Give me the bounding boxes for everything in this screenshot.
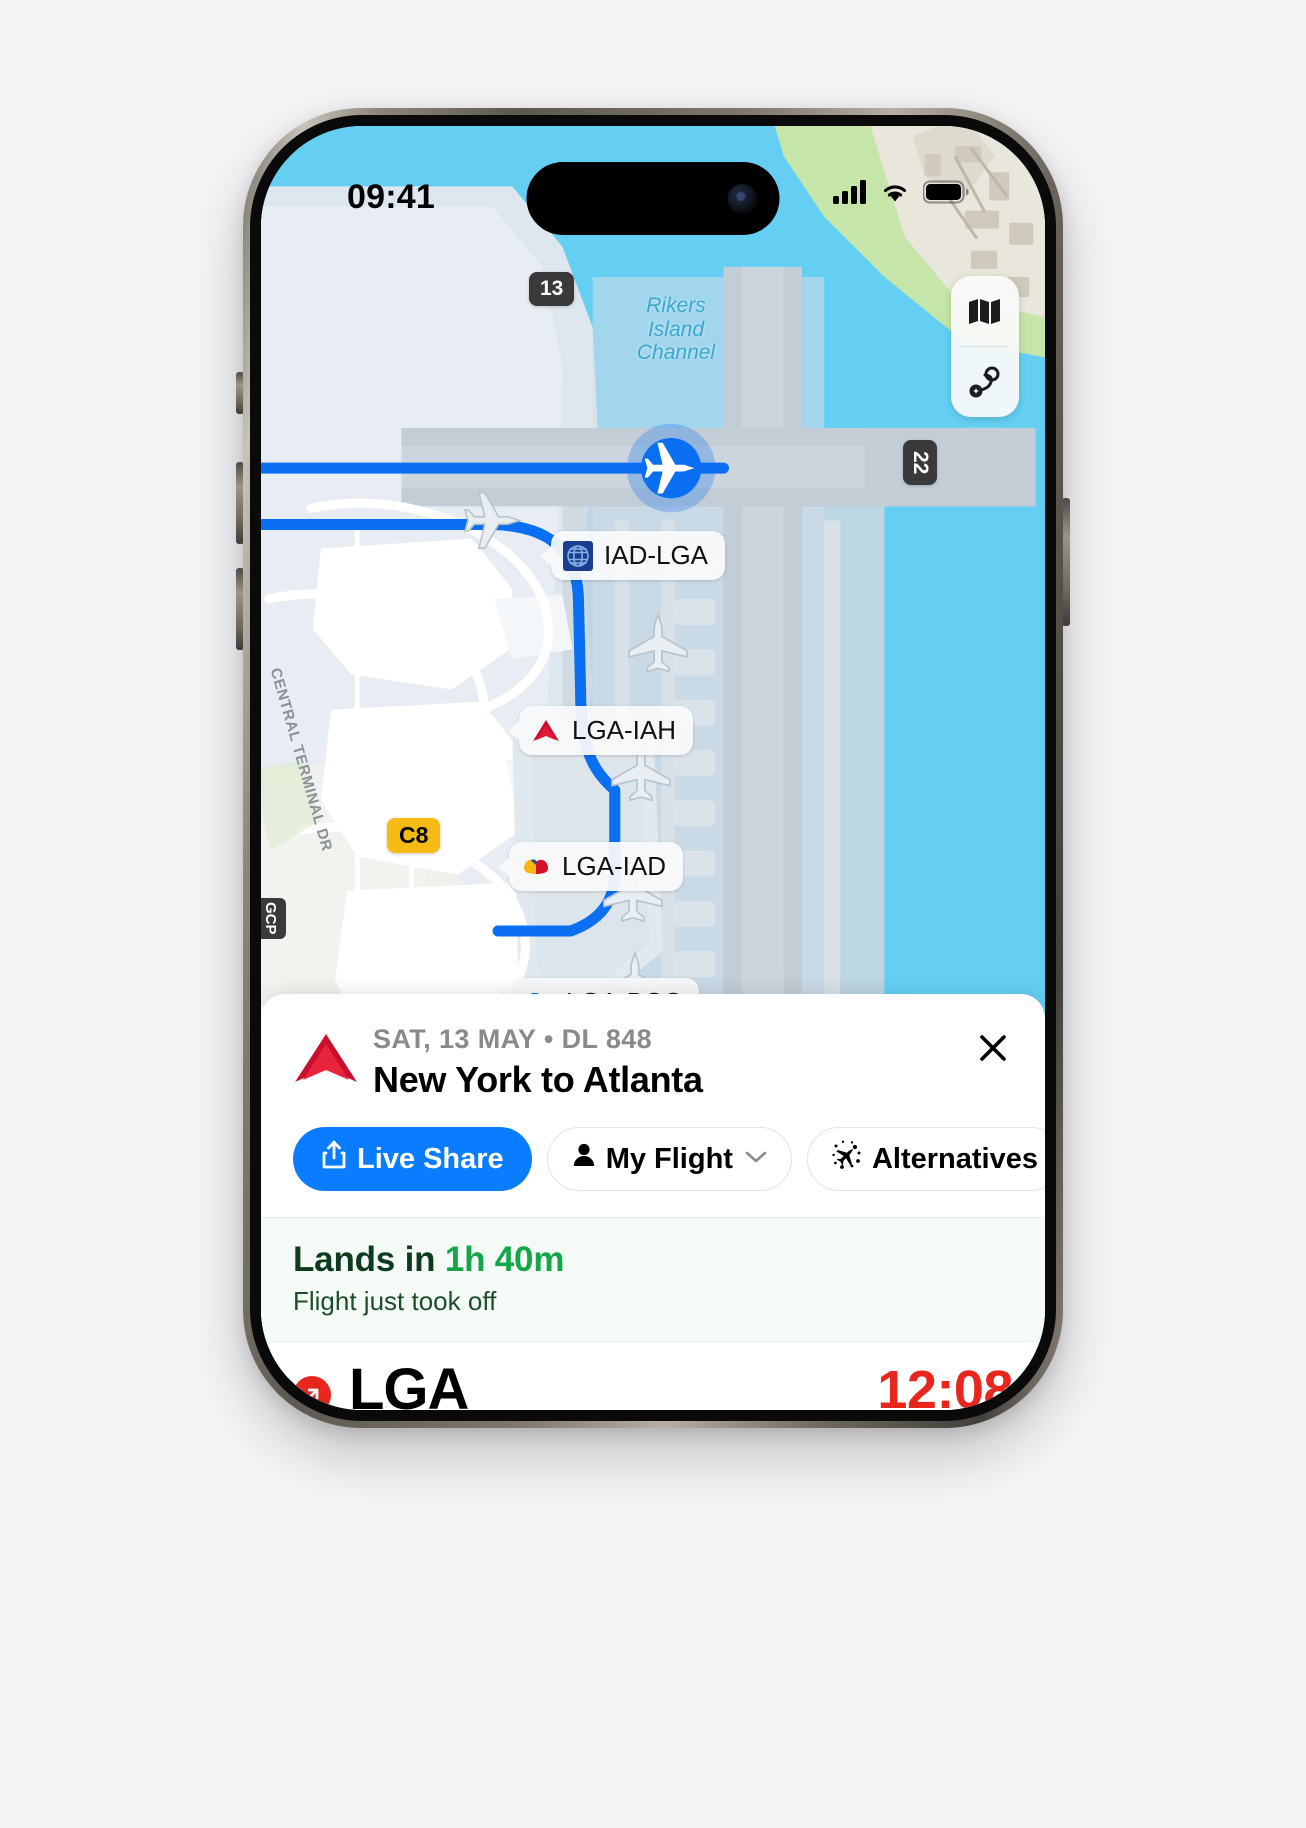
person-icon <box>572 1142 596 1176</box>
flight-callout-iad-lga[interactable]: IAD-LGA <box>551 531 726 580</box>
lands-in-duration: 1h 40m <box>444 1240 565 1279</box>
flight-meta: SAT, 13 MAY • DL 848 <box>373 1024 653 1054</box>
delta-widget-icon <box>531 716 561 746</box>
my-flight-button[interactable]: My Flight <box>546 1127 792 1191</box>
lands-in-text: Lands in 1h 40m <box>293 1240 1013 1280</box>
flight-callout-lga-iad[interactable]: LGA-IAD <box>509 842 684 891</box>
flight-callout-lga-iah[interactable]: LGA-IAH <box>519 706 694 755</box>
sheet-header-text: SAT, 13 MAY • DL 848 New York to Atlanta <box>373 1024 973 1101</box>
flight-status-subtitle: Flight just took off <box>293 1286 497 1316</box>
departure-actual-time: 12:08 <box>877 1360 1013 1410</box>
southwest-heart-icon <box>521 852 551 882</box>
united-globe-icon <box>563 540 593 571</box>
road-tag-gcp: GCP <box>261 898 286 939</box>
power-button[interactable] <box>1062 498 1070 626</box>
map-controls <box>951 276 1019 417</box>
map-layers-button[interactable] <box>951 276 1019 346</box>
share-up-icon <box>321 1140 347 1178</box>
departure-times: 12:08 12:00 · 8m l <box>867 1360 1013 1410</box>
flight-callout-label: LGA-IAH <box>572 715 677 745</box>
sheet-header: SAT, 13 MAY • DL 848 New York to Atlanta <box>261 994 1045 1101</box>
alternatives-label: Alternatives <box>871 1142 1038 1175</box>
flight-detail-sheet: SAT, 13 MAY • DL 848 New York to Atlanta <box>261 994 1045 1410</box>
departure-row[interactable]: LGA La Guardia 12:08 12:00 · 8m l <box>261 1342 1045 1410</box>
departure-airport: LGA La Guardia <box>349 1357 867 1410</box>
chevron-down-icon <box>745 1148 767 1170</box>
flight-route-button[interactable] <box>951 347 1019 417</box>
phone-screen: CENTRAL TERMINAL DR LAGUARDIA RD Rikers … <box>261 126 1045 1410</box>
route-path-icon <box>967 366 1003 398</box>
map-layers-icon <box>967 297 1003 325</box>
flight-title: New York to Atlanta <box>373 1059 703 1100</box>
alternatives-button[interactable]: Alternatives <box>806 1127 1045 1191</box>
runway-tag-13: 13 <box>529 272 575 306</box>
departure-arrow-icon <box>293 1376 331 1410</box>
live-share-label: Live Share <box>357 1142 504 1175</box>
flight-callout-label: LGA-IAD <box>562 851 667 881</box>
lands-in-prefix: Lands in <box>293 1240 445 1279</box>
gate-tag-c8[interactable]: C8 <box>387 818 441 853</box>
action-chip-row: Live Share My Flight Alternatives <box>261 1101 1045 1217</box>
runway-tag-22: 22 <box>903 440 937 486</box>
screenshot-root: CENTRAL TERMINAL DR LAGUARDIA RD Rikers … <box>0 0 1306 1828</box>
my-flight-label: My Flight <box>605 1142 733 1175</box>
delta-widget-icon <box>293 1030 359 1086</box>
alternatives-sparkle-plane-icon <box>832 1140 862 1178</box>
departure-code: LGA <box>349 1357 469 1410</box>
close-button[interactable] <box>973 1030 1013 1070</box>
phone-frame: CENTRAL TERMINAL DR LAGUARDIA RD Rikers … <box>243 108 1063 1428</box>
phone-bezel: CENTRAL TERMINAL DR LAGUARDIA RD Rikers … <box>250 115 1056 1421</box>
close-icon <box>975 1030 1011 1071</box>
live-share-button[interactable]: Live Share <box>293 1127 532 1191</box>
flight-callout-label: IAD-LGA <box>604 540 709 570</box>
flight-status-band: Lands in 1h 40m Flight just took off <box>261 1217 1045 1342</box>
